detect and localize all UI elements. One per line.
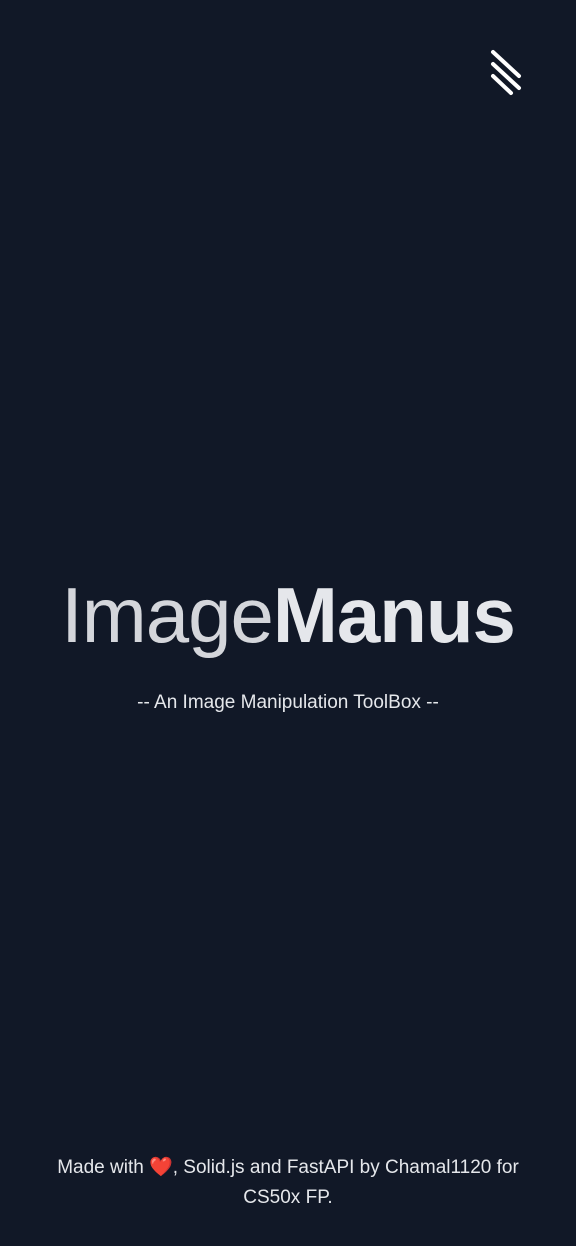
footer: Made with ❤️, Solid.js and FastAPI by Ch…: [48, 1153, 528, 1213]
menu-button[interactable]: [485, 42, 533, 102]
footer-credits-line2: CS50x FP.: [243, 1187, 333, 1208]
footer-made-with: Made with: [57, 1157, 150, 1178]
menu-slashes-icon: [491, 50, 521, 95]
app-title: ImageManus: [0, 560, 576, 670]
app-title-bold: Manus: [272, 571, 516, 659]
hero: ImageManus -- An Image Manipulation Tool…: [0, 560, 576, 716]
app-title-light: Image: [61, 571, 274, 659]
heart-icon: ❤️: [149, 1157, 173, 1178]
tagline: -- An Image Manipulation ToolBox --: [137, 692, 439, 713]
footer-credits: , Solid.js and FastAPI by Chamal1120 for: [172, 1157, 519, 1178]
